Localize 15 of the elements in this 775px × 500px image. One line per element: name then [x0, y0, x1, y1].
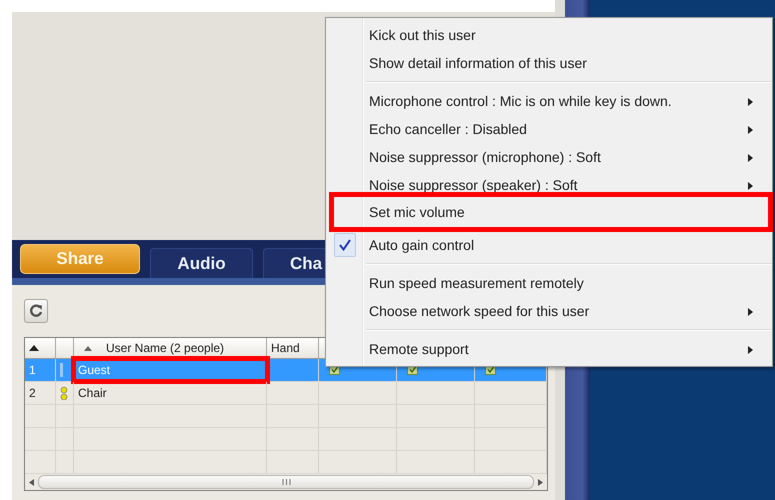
- menu-item[interactable]: Choose network speed for this user: [326, 297, 772, 325]
- menu-item[interactable]: Noise suppressor (microphone) : Soft: [326, 143, 772, 171]
- column-title: User Name (2 people): [106, 341, 224, 355]
- menu-item[interactable]: Show detail information of this user: [326, 49, 772, 77]
- menu-item[interactable]: Microphone control : Mic is on while key is down.: [326, 87, 772, 115]
- column-header[interactable]: User Name (2 people): [74, 338, 267, 358]
- table-row[interactable]: 2 Chair: [25, 382, 547, 405]
- table-cell: 1: [25, 359, 56, 381]
- tab[interactable]: Audio: [150, 248, 253, 278]
- table-cell: Chair: [74, 382, 267, 404]
- menu-item[interactable]: Kick out this user: [326, 21, 772, 49]
- table-cell: 2: [25, 382, 56, 404]
- menu-item[interactable]: Echo canceller : Disabled: [326, 115, 772, 143]
- table-cell: Guest: [74, 359, 267, 381]
- column-header[interactable]: Hand: [267, 338, 319, 358]
